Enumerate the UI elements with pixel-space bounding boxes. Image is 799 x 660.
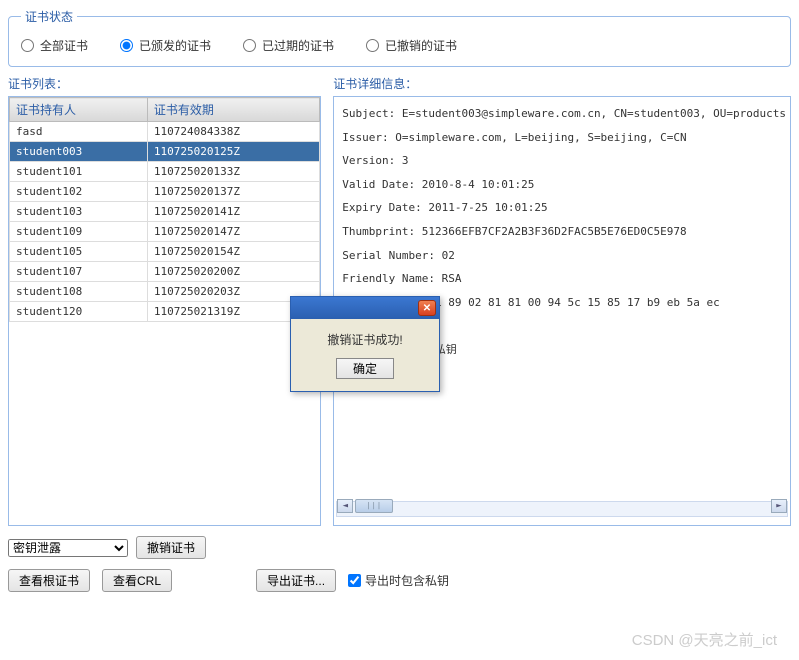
- export-cert-button[interactable]: 导出证书...: [256, 569, 336, 592]
- detail-version: Version: 3: [342, 152, 786, 170]
- scrollbar[interactable]: ◄ ►: [336, 501, 788, 517]
- cell-holder: fasd: [10, 122, 148, 142]
- col-expiry[interactable]: 证书有效期: [147, 98, 319, 122]
- radio-all[interactable]: 全部证书: [21, 37, 88, 54]
- dialog-ok-button[interactable]: 确定: [336, 358, 394, 379]
- radio-all-input[interactable]: [21, 39, 34, 52]
- cell-holder: student003: [10, 142, 148, 162]
- detail-subject: Subject: E=student003@simpleware.com.cn,…: [342, 105, 786, 123]
- cell-expiry: 110725020133Z: [147, 162, 319, 182]
- cell-expiry: 110724084338Z: [147, 122, 319, 142]
- cell-holder: student120: [10, 302, 148, 322]
- table-row[interactable]: student105110725020154Z: [10, 242, 320, 262]
- table-row[interactable]: student103110725020141Z: [10, 202, 320, 222]
- radio-revoked-input[interactable]: [366, 39, 379, 52]
- detail-label: 证书详细信息：: [333, 75, 791, 92]
- detail-valid: Valid Date: 2010-8-4 10:01:25: [342, 176, 786, 194]
- table-row[interactable]: student107110725020200Z: [10, 262, 320, 282]
- export-privatekey-label[interactable]: 导出时包含私钥: [348, 572, 449, 589]
- table-row[interactable]: student108110725020203Z: [10, 282, 320, 302]
- status-radio-group: 全部证书 已颁发的证书 已过期的证书 已撤销的证书: [21, 33, 778, 58]
- dialog-message: 撤销证书成功!: [303, 331, 427, 348]
- cert-table: 证书持有人 证书有效期 fasd110724084338Zstudent0031…: [9, 97, 320, 322]
- detail-thumbprint: Thumbprint: 512366EFB7CF2A2B3F36D2FAC5B5…: [342, 223, 786, 241]
- list-label: 证书列表：: [8, 75, 321, 92]
- detail-expiry: Expiry Date: 2011-7-25 10:01:25: [342, 199, 786, 217]
- scroll-left-icon[interactable]: ◄: [337, 499, 353, 513]
- cell-expiry: 110725020200Z: [147, 262, 319, 282]
- radio-expired-input[interactable]: [243, 39, 256, 52]
- detail-friendly: Friendly Name: RSA: [342, 270, 786, 288]
- radio-expired[interactable]: 已过期的证书: [243, 37, 334, 54]
- cell-expiry: 110725020147Z: [147, 222, 319, 242]
- cell-expiry: 110725020137Z: [147, 182, 319, 202]
- view-root-button[interactable]: 查看根证书: [8, 569, 90, 592]
- cell-holder: student105: [10, 242, 148, 262]
- view-crl-button[interactable]: 查看CRL: [102, 569, 172, 592]
- radio-issued[interactable]: 已颁发的证书: [120, 37, 211, 54]
- export-privatekey-checkbox[interactable]: [348, 574, 361, 587]
- cell-holder: student103: [10, 202, 148, 222]
- revoke-reason-select[interactable]: 密钥泄露: [8, 539, 128, 557]
- cell-holder: student107: [10, 262, 148, 282]
- cell-expiry: 110725020141Z: [147, 202, 319, 222]
- cert-list: 证书持有人 证书有效期 fasd110724084338Zstudent0031…: [8, 96, 321, 526]
- dialog: ✕ 撤销证书成功! 确定: [290, 296, 440, 392]
- cell-holder: student101: [10, 162, 148, 182]
- cell-expiry: 110725020154Z: [147, 242, 319, 262]
- table-row[interactable]: student102110725020137Z: [10, 182, 320, 202]
- radio-revoked[interactable]: 已撤销的证书: [366, 37, 457, 54]
- table-row[interactable]: student003110725020125Z: [10, 142, 320, 162]
- watermark: CSDN @天亮之前_ict: [632, 629, 777, 650]
- scroll-right-icon[interactable]: ►: [771, 499, 787, 513]
- col-holder[interactable]: 证书持有人: [10, 98, 148, 122]
- table-row[interactable]: student101110725020133Z: [10, 162, 320, 182]
- revoke-button[interactable]: 撤销证书: [136, 536, 206, 559]
- detail-issuer: Issuer: O=simpleware.com, L=beijing, S=b…: [342, 129, 786, 147]
- cell-expiry: 110725020125Z: [147, 142, 319, 162]
- dialog-titlebar[interactable]: ✕: [291, 297, 439, 319]
- table-row[interactable]: student120110725021319Z: [10, 302, 320, 322]
- detail-serial: Serial Number: 02: [342, 247, 786, 265]
- table-row[interactable]: student109110725020147Z: [10, 222, 320, 242]
- scroll-thumb[interactable]: [355, 499, 393, 513]
- table-row[interactable]: fasd110724084338Z: [10, 122, 320, 142]
- status-fieldset: 证书状态 全部证书 已颁发的证书 已过期的证书 已撤销的证书: [8, 8, 791, 67]
- cell-holder: student102: [10, 182, 148, 202]
- cell-holder: student108: [10, 282, 148, 302]
- status-legend: 证书状态: [21, 8, 77, 25]
- close-icon[interactable]: ✕: [418, 300, 436, 316]
- cell-holder: student109: [10, 222, 148, 242]
- radio-issued-input[interactable]: [120, 39, 133, 52]
